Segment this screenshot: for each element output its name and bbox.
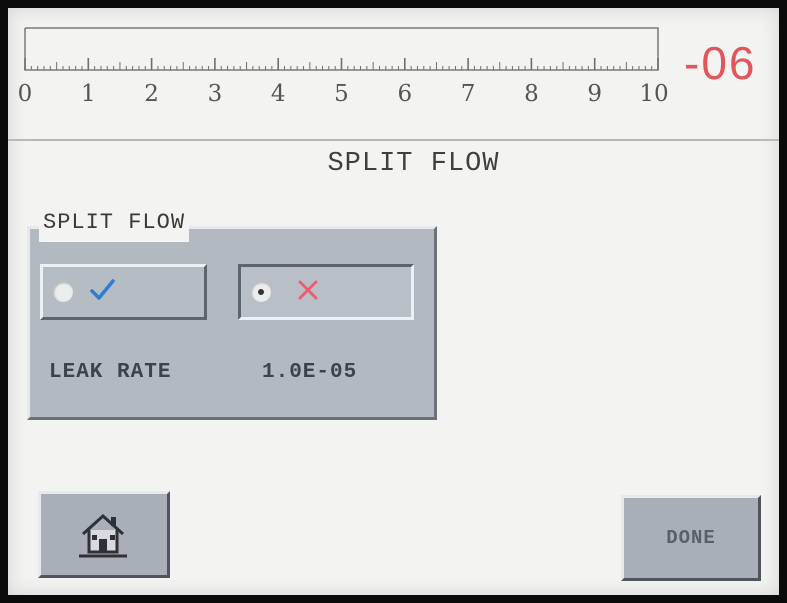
leak-rate-label: LEAK RATE	[49, 361, 172, 384]
split-flow-group: LEAK RATE 1.0E-05	[27, 226, 437, 420]
radio-on-indicator	[53, 282, 73, 302]
home-icon	[79, 513, 127, 558]
touch-screen: 0 1 2 3 4 5 6 7 8 9 10 -06 SPLIT FLOW LEAK RATE 1.…	[8, 8, 779, 595]
scale-tick-label: 9	[587, 81, 602, 107]
scale-tick-label: 1	[81, 81, 96, 107]
radio-off-indicator	[251, 282, 271, 302]
scale-tick-label: 4	[271, 81, 286, 107]
scale-tick-label: 8	[524, 81, 539, 107]
scale-tick-label: 3	[208, 81, 223, 107]
done-button[interactable]: DONE	[621, 495, 761, 581]
log-scale-bar: 0 1 2 3 4 5 6 7 8 9 10	[18, 27, 669, 107]
home-button[interactable]	[38, 491, 170, 578]
split-flow-off-button[interactable]	[238, 264, 414, 320]
scale-tick-label: 5	[334, 81, 349, 107]
scale-tick-label: 6	[397, 81, 412, 107]
header-divider	[8, 139, 779, 141]
scale-tick-label: 2	[144, 81, 159, 107]
check-icon	[90, 279, 115, 300]
scale-exponent-readout: -06	[684, 37, 757, 89]
scale-tick-label: 0	[18, 81, 33, 107]
page-title: SPLIT FLOW	[327, 149, 500, 179]
scale-tick-label: 10	[639, 81, 668, 107]
split-flow-on-button[interactable]	[40, 264, 207, 320]
leak-rate-value: 1.0E-05	[262, 361, 358, 384]
split-flow-group-label: SPLIT FLOW	[39, 208, 190, 242]
scale-tick-label: 7	[461, 81, 476, 107]
leak-rate-scale: 0 1 2 3 4 5 6 7 8 9 10 -06	[8, 8, 779, 140]
cross-icon	[298, 280, 318, 300]
